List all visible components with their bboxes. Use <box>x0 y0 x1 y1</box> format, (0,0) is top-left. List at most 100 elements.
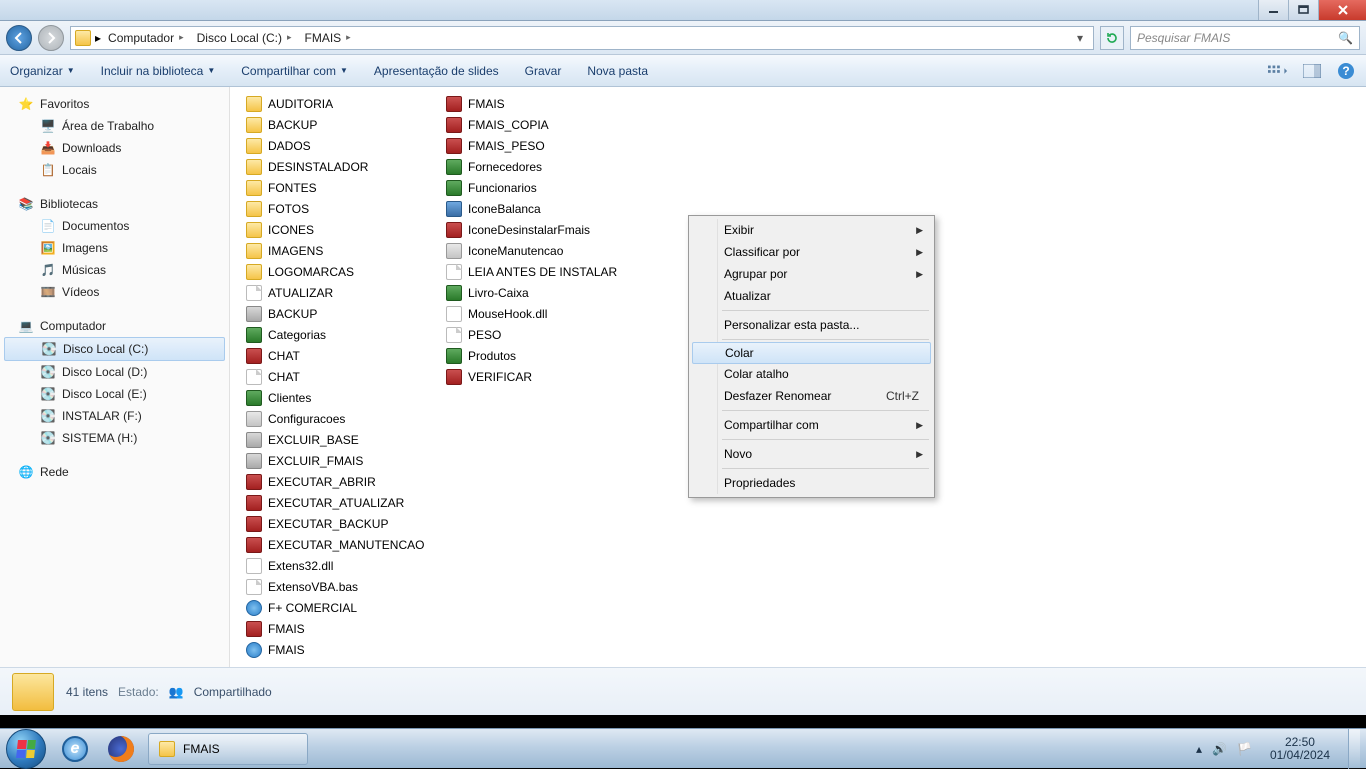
new-folder-button[interactable]: Nova pasta <box>587 64 648 78</box>
breadcrumb-item[interactable]: Computador▸ <box>105 31 190 45</box>
file-item[interactable]: LOGOMARCAS <box>242 261 442 282</box>
file-item[interactable]: Categorias <box>242 324 442 345</box>
file-item[interactable]: DADOS <box>242 135 442 156</box>
start-button[interactable] <box>6 729 46 769</box>
file-item[interactable]: FOTOS <box>242 198 442 219</box>
help-button[interactable]: ? <box>1336 61 1356 81</box>
file-item[interactable]: EXECUTAR_ATUALIZAR <box>242 492 442 513</box>
file-item[interactable]: Clientes <box>242 387 442 408</box>
nav-item-desktop[interactable]: 🖥️Área de Trabalho <box>0 115 229 137</box>
file-item[interactable]: Funcionarios <box>442 177 642 198</box>
share-with-menu[interactable]: Compartilhar com ▼ <box>241 64 348 78</box>
breadcrumb-item[interactable]: Disco Local (C:)▸ <box>194 31 298 45</box>
nav-forward-button[interactable] <box>38 25 64 51</box>
burn-button[interactable]: Gravar <box>525 64 562 78</box>
file-item[interactable]: ICONES <box>242 219 442 240</box>
file-item[interactable]: Livro-Caixa <box>442 282 642 303</box>
ctx-atualizar[interactable]: Atualizar <box>692 285 931 307</box>
show-desktop-button[interactable] <box>1348 729 1360 769</box>
file-item[interactable]: EXECUTAR_MANUTENCAO <box>242 534 442 555</box>
address-dropdown-button[interactable]: ▾ <box>1071 31 1089 45</box>
tray-action-center-icon[interactable]: 🏳️ <box>1237 742 1252 756</box>
tray-volume-icon[interactable]: 🔊 <box>1212 742 1227 756</box>
file-item[interactable]: FMAIS <box>242 618 442 639</box>
maximize-button[interactable] <box>1288 0 1318 20</box>
taskbar-app-explorer[interactable]: FMAIS <box>148 733 308 765</box>
chevron-right-icon[interactable]: ▸ <box>95 31 101 45</box>
chevron-right-icon[interactable]: ▸ <box>176 32 187 43</box>
nav-item-music[interactable]: 🎵Músicas <box>0 259 229 281</box>
file-item[interactable]: FMAIS_PESO <box>442 135 642 156</box>
file-item[interactable]: FMAIS <box>442 93 642 114</box>
nav-libraries-header[interactable]: 📚Bibliotecas <box>0 193 229 215</box>
ctx-agrupar[interactable]: Agrupar por▶ <box>692 263 931 285</box>
tray-clock[interactable]: 22:50 01/04/2024 <box>1262 736 1338 762</box>
ctx-propriedades[interactable]: Propriedades <box>692 472 931 494</box>
ctx-compartilhar[interactable]: Compartilhar com▶ <box>692 414 931 436</box>
chevron-right-icon[interactable]: ▸ <box>343 32 354 43</box>
nav-item-drive-f[interactable]: 💽INSTALAR (F:) <box>0 405 229 427</box>
nav-favorites-header[interactable]: ⭐Favoritos <box>0 93 229 115</box>
file-item[interactable]: BACKUP <box>242 303 442 324</box>
file-item[interactable]: Configuracoes <box>242 408 442 429</box>
search-input[interactable]: Pesquisar FMAIS 🔍 <box>1130 26 1360 50</box>
file-item[interactable]: AUDITORIA <box>242 93 442 114</box>
nav-item-drive-e[interactable]: 💽Disco Local (E:) <box>0 383 229 405</box>
file-item[interactable]: VERIFICAR <box>442 366 642 387</box>
address-bar[interactable]: ▸ Computador▸ Disco Local (C:)▸ FMAIS▸ ▾ <box>70 26 1094 50</box>
file-item[interactable]: ExtensoVBA.bas <box>242 576 442 597</box>
file-item[interactable]: Extens32.dll <box>242 555 442 576</box>
include-in-library-menu[interactable]: Incluir na biblioteca ▼ <box>101 64 216 78</box>
nav-computer-header[interactable]: 💻Computador <box>0 315 229 337</box>
nav-back-button[interactable] <box>6 25 32 51</box>
nav-item-drive-d[interactable]: 💽Disco Local (D:) <box>0 361 229 383</box>
file-item[interactable]: CHAT <box>242 366 442 387</box>
file-item[interactable]: ATUALIZAR <box>242 282 442 303</box>
file-item[interactable]: F+ COMERCIAL <box>242 597 442 618</box>
organize-menu[interactable]: Organizar ▼ <box>10 64 75 78</box>
file-item[interactable]: FMAIS <box>242 639 442 660</box>
file-item[interactable]: EXECUTAR_BACKUP <box>242 513 442 534</box>
file-item[interactable]: DESINSTALADOR <box>242 156 442 177</box>
nav-item-downloads[interactable]: 📥Downloads <box>0 137 229 159</box>
refresh-button[interactable] <box>1100 26 1124 50</box>
nav-item-drive-c[interactable]: 💽Disco Local (C:) <box>4 337 225 361</box>
breadcrumb-item[interactable]: FMAIS▸ <box>302 31 357 45</box>
ctx-personalizar[interactable]: Personalizar esta pasta... <box>692 314 931 336</box>
slideshow-button[interactable]: Apresentação de slides <box>374 64 499 78</box>
navigation-pane[interactable]: ⭐Favoritos 🖥️Área de Trabalho 📥Downloads… <box>0 87 230 667</box>
file-item[interactable]: IMAGENS <box>242 240 442 261</box>
file-item[interactable]: IconeBalanca <box>442 198 642 219</box>
file-item[interactable]: IconeManutencao <box>442 240 642 261</box>
ctx-classificar[interactable]: Classificar por▶ <box>692 241 931 263</box>
ctx-exibir[interactable]: Exibir▶ <box>692 219 931 241</box>
file-item[interactable]: IconeDesinstalarFmais <box>442 219 642 240</box>
file-item[interactable]: CHAT <box>242 345 442 366</box>
taskbar-pinned-firefox[interactable] <box>100 733 142 765</box>
view-options-button[interactable] <box>1268 61 1288 81</box>
chevron-right-icon[interactable]: ▸ <box>284 32 295 43</box>
nav-item-recent[interactable]: 📋Locais <box>0 159 229 181</box>
nav-network-header[interactable]: 🌐Rede <box>0 461 229 483</box>
file-item[interactable]: EXECUTAR_ABRIR <box>242 471 442 492</box>
file-item[interactable]: MouseHook.dll <box>442 303 642 324</box>
ctx-colar-atalho[interactable]: Colar atalho <box>692 363 931 385</box>
file-item[interactable]: Produtos <box>442 345 642 366</box>
file-item[interactable]: LEIA ANTES DE INSTALAR <box>442 261 642 282</box>
taskbar-pinned-ie[interactable] <box>54 733 96 765</box>
ctx-colar[interactable]: Colar <box>692 342 931 364</box>
nav-item-pictures[interactable]: 🖼️Imagens <box>0 237 229 259</box>
nav-item-drive-h[interactable]: 💽SISTEMA (H:) <box>0 427 229 449</box>
ctx-desfazer[interactable]: Desfazer RenomearCtrl+Z <box>692 385 931 407</box>
file-item[interactable]: PESO <box>442 324 642 345</box>
preview-pane-button[interactable] <box>1302 61 1322 81</box>
minimize-button[interactable] <box>1258 0 1288 20</box>
nav-item-documents[interactable]: 📄Documentos <box>0 215 229 237</box>
nav-item-videos[interactable]: 🎞️Vídeos <box>0 281 229 303</box>
file-item[interactable]: EXCLUIR_FMAIS <box>242 450 442 471</box>
file-item[interactable]: EXCLUIR_BASE <box>242 429 442 450</box>
file-item[interactable]: Fornecedores <box>442 156 642 177</box>
file-item[interactable]: FMAIS_COPIA <box>442 114 642 135</box>
ctx-novo[interactable]: Novo▶ <box>692 443 931 465</box>
file-item[interactable]: FONTES <box>242 177 442 198</box>
